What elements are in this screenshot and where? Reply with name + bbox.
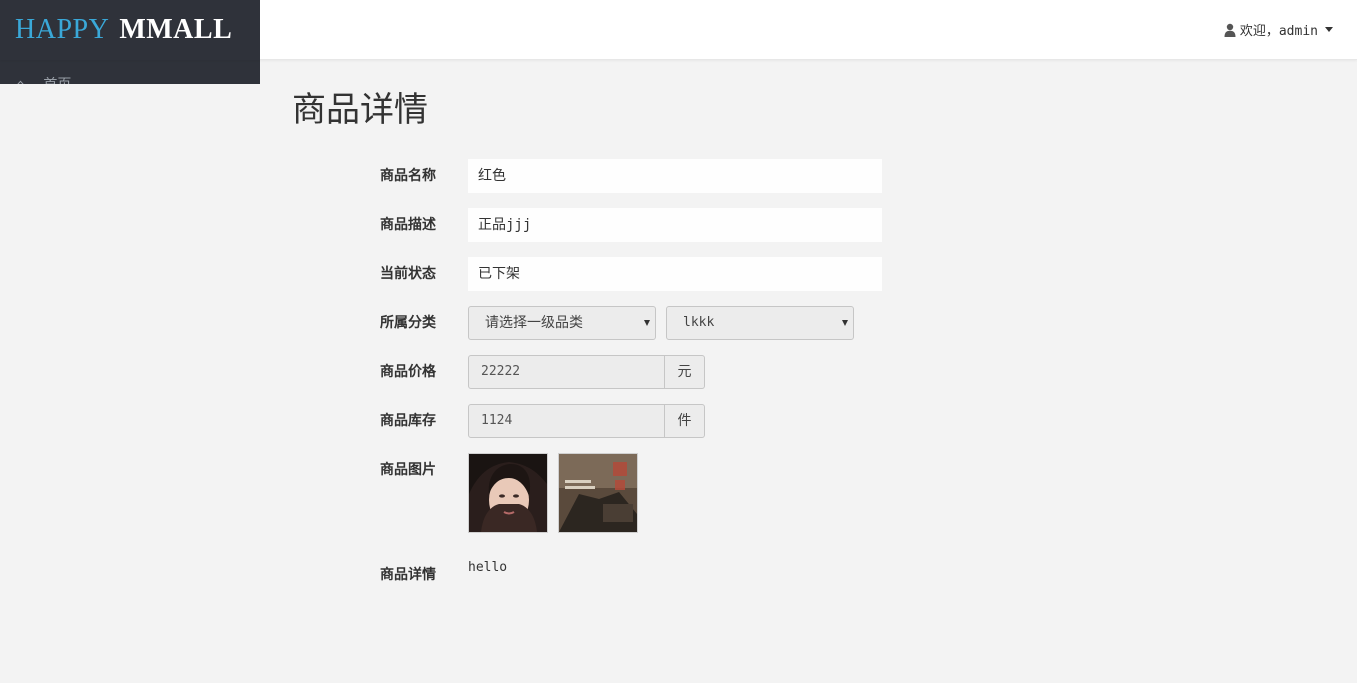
product-image-thumbnail[interactable] xyxy=(468,453,548,533)
subtitle-label: 商品描述 xyxy=(380,217,436,233)
sidebar: ⌂ 首页 xyxy=(0,60,260,84)
status-label: 当前状态 xyxy=(380,266,436,282)
category-label: 所属分类 xyxy=(380,315,436,331)
user-dropdown[interactable]: 欢迎，admin xyxy=(1224,20,1333,39)
name-label: 商品名称 xyxy=(380,168,436,184)
second-category-value: lkkk xyxy=(683,315,715,330)
first-category-value: 请选择一级品类 xyxy=(485,315,583,331)
second-category-select[interactable]: lkkk xyxy=(666,306,854,340)
form-row-stock: 商品库存 1124 件 xyxy=(380,404,705,438)
caret-down-icon xyxy=(1325,27,1333,32)
form-row-detail: 商品详情 hello xyxy=(380,558,507,592)
form-row-subtitle: 商品描述 正品jjj xyxy=(380,208,882,242)
form-row-category: 所属分类 请选择一级品类 lkkk xyxy=(380,306,854,340)
sidebar-item-home[interactable]: ⌂ 首页 xyxy=(16,74,71,84)
form-row-price: 商品价格 22222 元 xyxy=(380,355,705,389)
detail-label: 商品详情 xyxy=(380,567,436,583)
stock-input[interactable]: 1124 xyxy=(468,404,665,438)
product-image-thumbnail[interactable] xyxy=(558,453,638,533)
top-navbar: HAPPY MMALL 欢迎，admin xyxy=(0,0,1357,60)
dropdown-arrow-icon xyxy=(842,320,848,326)
form-row-name: 商品名称 红色 xyxy=(380,159,882,193)
images-label: 商品图片 xyxy=(380,462,436,478)
status-field[interactable]: 已下架 xyxy=(468,257,882,291)
sidebar-item-label: 首页 xyxy=(43,77,71,84)
price-unit: 元 xyxy=(665,355,705,389)
form-row-images: 商品图片 xyxy=(380,453,638,533)
stock-input-group: 1124 件 xyxy=(468,404,705,438)
brand-logo[interactable]: HAPPY MMALL xyxy=(0,0,260,60)
subtitle-field[interactable]: 正品jjj xyxy=(468,208,882,242)
stock-label: 商品库存 xyxy=(380,413,436,429)
welcome-text: 欢迎，admin xyxy=(1239,24,1318,39)
dropdown-arrow-icon xyxy=(644,320,650,326)
detail-content: hello xyxy=(468,560,508,575)
page-title: 商品详情 xyxy=(292,90,428,130)
form-row-status: 当前状态 已下架 xyxy=(380,257,882,291)
user-icon xyxy=(1224,23,1236,37)
first-category-select[interactable]: 请选择一级品类 xyxy=(468,306,656,340)
name-field[interactable]: 红色 xyxy=(468,159,882,193)
price-input-group: 22222 元 xyxy=(468,355,705,389)
brand-text-mmall: MMALL xyxy=(119,14,233,45)
image-thumbnails xyxy=(468,453,638,533)
stock-unit: 件 xyxy=(665,404,705,438)
home-icon: ⌂ xyxy=(16,77,25,84)
brand-text-happy: HAPPY xyxy=(15,14,110,45)
price-input[interactable]: 22222 xyxy=(468,355,665,389)
price-label: 商品价格 xyxy=(380,364,436,380)
